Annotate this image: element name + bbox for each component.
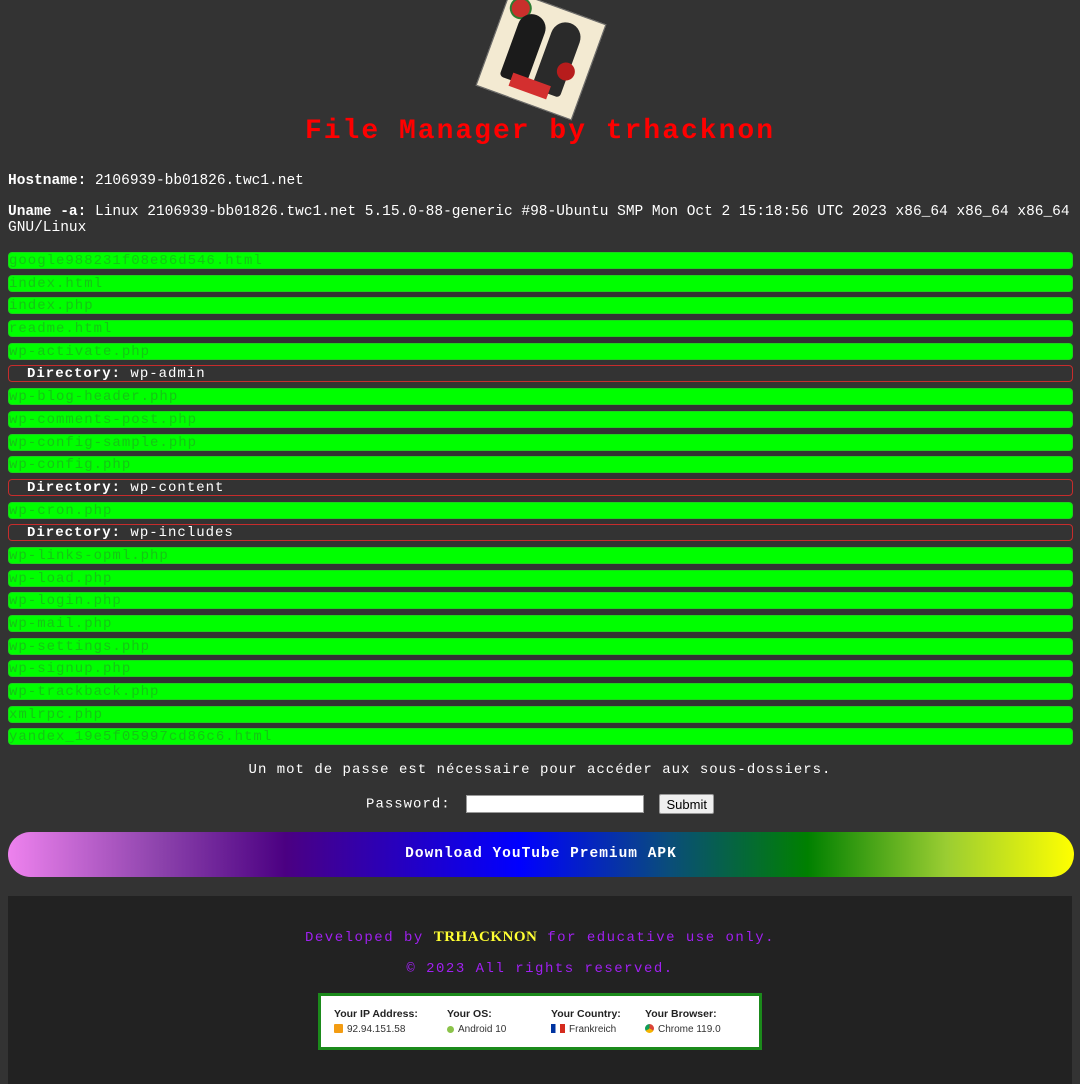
directory-label: Directory: bbox=[27, 479, 122, 496]
dev-prefix: Developed by bbox=[304, 930, 434, 946]
directory-label: Directory: bbox=[27, 525, 122, 542]
chrome-icon bbox=[645, 1024, 654, 1033]
file-row: wp-config.php bbox=[8, 456, 1073, 474]
file-row: index.php bbox=[8, 297, 1073, 315]
hostname-label: Hostname: bbox=[8, 173, 87, 189]
password-notice: Un mot de passe est nécessaire pour accé… bbox=[248, 762, 832, 778]
file-link[interactable]: wp-signup.php bbox=[9, 661, 131, 676]
file-list: google988231f08e86d546.html index.html ind… bbox=[8, 252, 1073, 751]
page: File Manager by trhacknon Hostname: 2106… bbox=[0, 0, 1080, 1084]
hostname-line: Hostname: 2106939-bb01826.twc1.net bbox=[8, 173, 1072, 189]
file-row: wp-login.php bbox=[8, 592, 1073, 610]
password-input[interactable] bbox=[466, 795, 645, 813]
file-row: wp-comments-post.php bbox=[8, 410, 1073, 428]
file-link[interactable]: wp-activate.php bbox=[9, 344, 150, 359]
file-row: wp-signup.php bbox=[8, 660, 1073, 678]
footer: Developed by TRHACKNON for educative use… bbox=[8, 896, 1072, 1084]
directory-name[interactable]: wp-includes bbox=[130, 525, 233, 540]
ip-icon bbox=[334, 1024, 343, 1033]
file-link[interactable]: wp-blog-header.php bbox=[9, 389, 178, 404]
file-link[interactable]: xmlrpc.php bbox=[9, 707, 103, 722]
uname-label: Uname -a: bbox=[8, 204, 87, 220]
os-label: Your OS: bbox=[447, 1008, 492, 1020]
file-row: index.html bbox=[8, 274, 1073, 292]
logo-image bbox=[475, 0, 607, 121]
file-row: yandex_19e5f05997cd86c6.html bbox=[8, 728, 1073, 746]
file-row: wp-blog-header.php bbox=[8, 388, 1073, 406]
ip-column: Your IP Address: 92.94.151.58 bbox=[334, 1008, 418, 1035]
file-link[interactable]: readme.html bbox=[9, 321, 112, 336]
file-row: wp-links-opml.php bbox=[8, 546, 1073, 564]
dev-name: TRHACKNON bbox=[433, 929, 538, 945]
file-row: wp-trackback.php bbox=[8, 683, 1073, 701]
directory-label: Directory: bbox=[27, 366, 122, 383]
file-link[interactable]: wp-config.php bbox=[9, 457, 131, 472]
browser-value: Chrome 119.0 bbox=[658, 1024, 721, 1035]
file-link[interactable]: index.html bbox=[9, 276, 103, 291]
file-row: wp-mail.php bbox=[8, 615, 1073, 632]
file-row: wp-load.php bbox=[8, 569, 1073, 587]
file-link[interactable]: wp-mail.php bbox=[9, 616, 112, 631]
france-flag-icon bbox=[551, 1024, 565, 1033]
os-column: Your OS: Android 10 bbox=[447, 1008, 506, 1035]
file-row: readme.html bbox=[8, 320, 1073, 338]
visitor-info-box: Your IP Address: 92.94.151.58 Your OS: A… bbox=[318, 993, 762, 1050]
ip-label: Your IP Address: bbox=[334, 1008, 418, 1020]
uname-line: Uname -a: Linux 2106939-bb01826.twc1.net… bbox=[8, 204, 1072, 236]
file-link[interactable]: wp-config-sample.php bbox=[9, 435, 197, 450]
country-label: Your Country: bbox=[551, 1008, 621, 1020]
uname-value: Linux 2106939-bb01826.twc1.net 5.15.0-88… bbox=[8, 204, 1070, 236]
file-link[interactable]: yandex_19e5f05997cd86c6.html bbox=[9, 729, 272, 744]
directory-row[interactable]: Directory: wp-includes bbox=[8, 524, 1073, 542]
browser-column: Your Browser: Chrome 119.0 bbox=[645, 1008, 721, 1035]
ip-value: 92.94.151.58 bbox=[347, 1024, 406, 1035]
file-row: wp-cron.php bbox=[8, 501, 1073, 519]
password-form: Password: Submit bbox=[0, 794, 1080, 814]
country-value: Frankreich bbox=[569, 1024, 617, 1035]
copyright: © 2023 All rights reserved. bbox=[406, 961, 674, 977]
file-link[interactable]: wp-settings.php bbox=[9, 639, 150, 654]
file-link[interactable]: wp-comments-post.php bbox=[9, 412, 197, 427]
file-link[interactable]: wp-load.php bbox=[9, 571, 112, 586]
dev-suffix: for educative use only. bbox=[537, 930, 776, 946]
file-link[interactable]: wp-cron.php bbox=[9, 503, 112, 518]
developer-credit: Developed by TRHACKNON for educative use… bbox=[8, 929, 1072, 946]
download-youtube-button[interactable]: Download YouTube Premium APK bbox=[8, 832, 1074, 877]
password-label: Password: bbox=[366, 796, 451, 813]
file-link[interactable]: wp-links-opml.php bbox=[9, 548, 169, 563]
logo-artwork bbox=[475, 0, 607, 121]
directory-name[interactable]: wp-admin bbox=[130, 366, 205, 381]
file-row: xmlrpc.php bbox=[8, 705, 1073, 723]
browser-label: Your Browser: bbox=[645, 1008, 717, 1020]
file-link[interactable]: wp-trackback.php bbox=[9, 684, 159, 699]
directory-row[interactable]: Directory: wp-admin bbox=[8, 365, 1073, 383]
directory-row[interactable]: Directory: wp-content bbox=[8, 478, 1073, 496]
file-row: wp-config-sample.php bbox=[8, 433, 1073, 451]
directory-name[interactable]: wp-content bbox=[130, 480, 224, 495]
hostname-value: 2106939-bb01826.twc1.net bbox=[95, 173, 304, 189]
file-row: google988231f08e86d546.html bbox=[8, 252, 1073, 269]
android-icon bbox=[447, 1026, 454, 1033]
file-row: wp-activate.php bbox=[8, 342, 1073, 360]
file-row: wp-settings.php bbox=[8, 637, 1073, 655]
country-column: Your Country: Frankreich bbox=[551, 1008, 621, 1035]
os-value: Android 10 bbox=[458, 1024, 507, 1035]
file-link[interactable]: google988231f08e86d546.html bbox=[9, 253, 263, 268]
page-title: File Manager by trhacknon bbox=[304, 116, 776, 147]
file-link[interactable]: index.php bbox=[9, 298, 94, 313]
file-link[interactable]: wp-login.php bbox=[9, 593, 122, 608]
submit-button[interactable]: Submit bbox=[659, 794, 714, 814]
